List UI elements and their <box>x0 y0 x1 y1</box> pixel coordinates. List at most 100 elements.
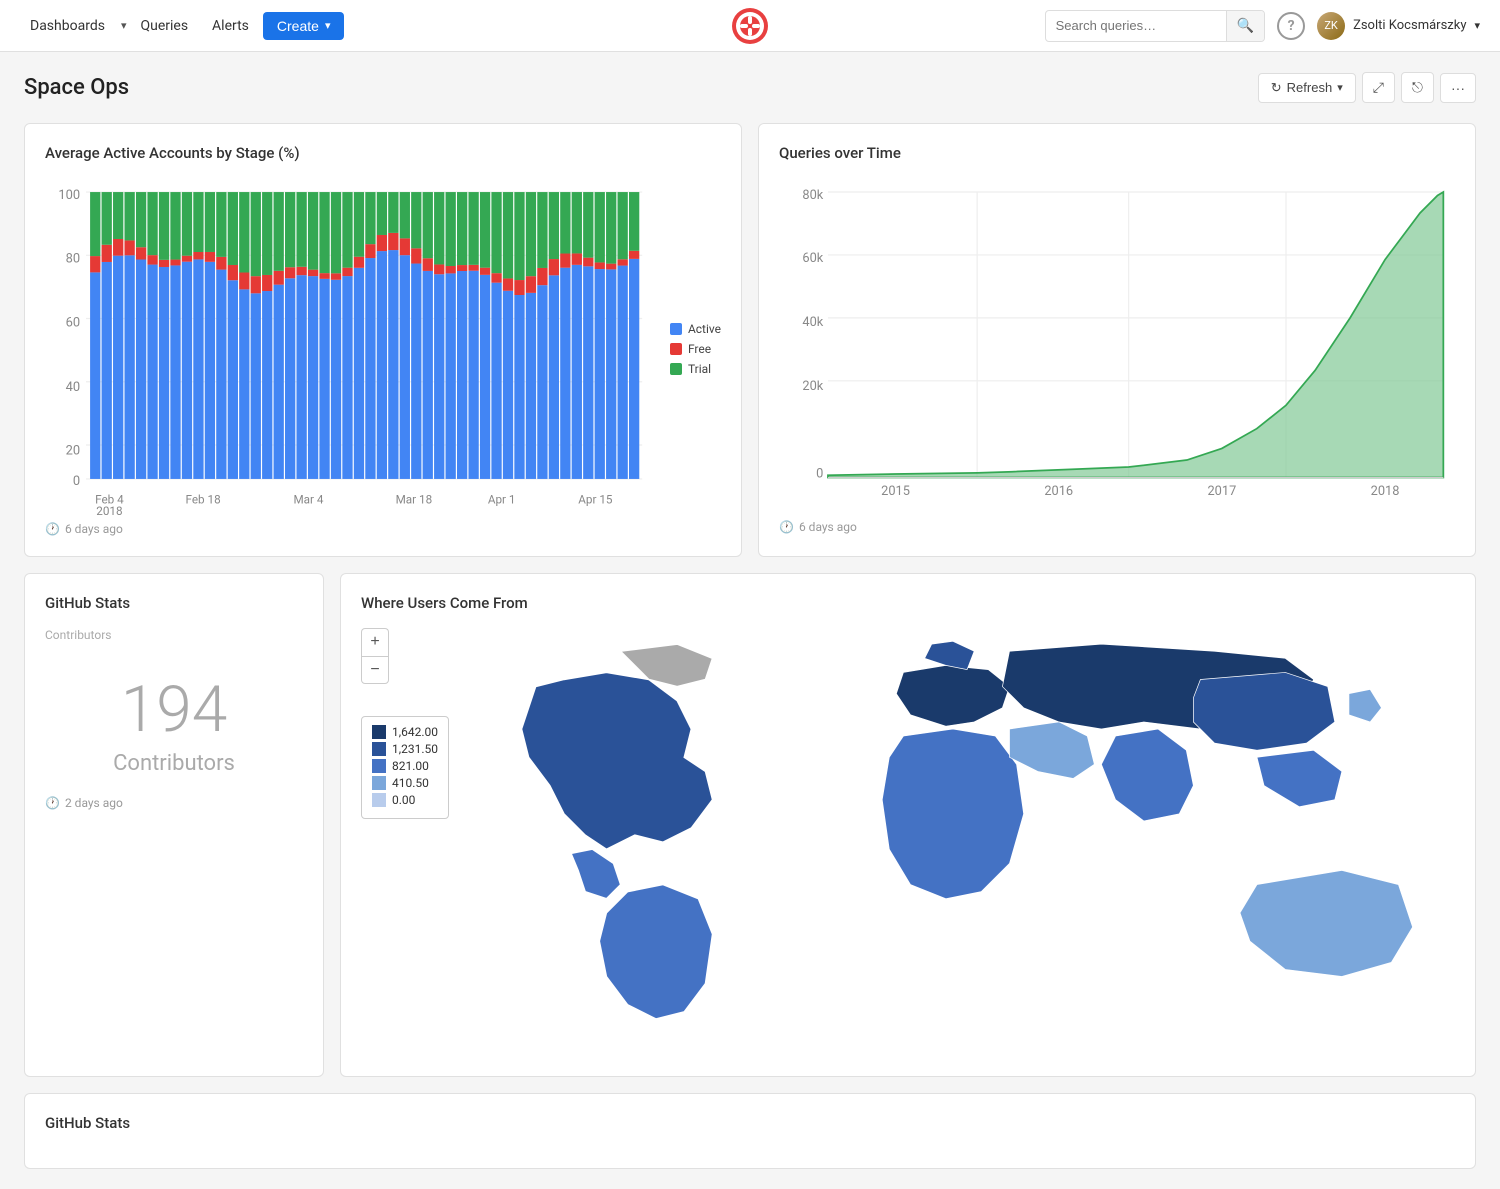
fullscreen-button[interactable]: ⤢ <box>1362 72 1395 103</box>
svg-text:Apr 1: Apr 1 <box>488 493 516 507</box>
more-options-button[interactable]: ··· <box>1440 73 1476 103</box>
nav-queries[interactable]: Queries <box>130 12 198 40</box>
svg-text:2018: 2018 <box>96 504 122 518</box>
area-chart-svg: 80k 60k 40k 20k 0 20 <box>779 178 1455 504</box>
share-button[interactable]: ⎋ <box>1401 72 1434 103</box>
legend-color-1 <box>372 725 386 739</box>
nav-left: Dashboards ▾ Queries Alerts Create ▾ <box>20 12 344 40</box>
refresh-chevron-icon: ▾ <box>1337 81 1343 94</box>
legend-item-3: 821.00 <box>372 759 438 773</box>
nav-dashboards[interactable]: Dashboards <box>20 12 115 40</box>
svg-text:2016: 2016 <box>1044 484 1073 499</box>
chart-card-bar: Average Active Accounts by Stage (%) 100… <box>24 123 742 557</box>
nav-alerts[interactable]: Alerts <box>202 12 259 40</box>
zoom-controls: + − <box>361 628 449 684</box>
help-button[interactable]: ? <box>1277 12 1305 40</box>
legend-color-3 <box>372 759 386 773</box>
legend-free-dot <box>670 343 682 355</box>
svg-text:40: 40 <box>66 380 80 395</box>
map-svg-wrap <box>465 628 1455 1056</box>
github-stat-number: 194 <box>45 672 303 747</box>
chart-card-area: Queries over Time 80k 60k 40k 20k 0 <box>758 123 1476 557</box>
github-timestamp: 🕐 2 days ago <box>45 796 303 810</box>
svg-text:Apr 15: Apr 15 <box>578 493 613 507</box>
map-card: Where Users Come From + − 1,642.00 <box>340 573 1476 1077</box>
app-logo <box>732 8 768 44</box>
clock2-icon: 🕐 <box>779 520 794 534</box>
svg-text:0: 0 <box>816 467 823 482</box>
europe <box>896 665 1009 726</box>
legend-item-5: 0.00 <box>372 793 438 807</box>
svg-text:60: 60 <box>66 316 80 331</box>
zoom-out-button[interactable]: − <box>361 656 389 684</box>
refresh-button[interactable]: ↻ Refresh ▾ <box>1258 73 1356 103</box>
svg-text:2015: 2015 <box>881 484 910 499</box>
create-chevron-icon: ▾ <box>325 19 331 32</box>
legend-item-4: 410.50 <box>372 776 438 790</box>
south-america <box>599 884 712 1018</box>
svg-text:Feb 18: Feb 18 <box>186 493 221 507</box>
legend-value-5: 0.00 <box>392 793 415 807</box>
nav-dashboards-chevron-icon: ▾ <box>121 19 127 32</box>
africa <box>882 729 1023 899</box>
scandinavia <box>925 641 975 669</box>
legend-free: Free <box>670 342 721 356</box>
svg-text:2017: 2017 <box>1207 484 1236 499</box>
create-button[interactable]: Create ▾ <box>263 12 345 40</box>
legend-trial-dot <box>670 363 682 375</box>
svg-text:Mar 4: Mar 4 <box>293 493 323 507</box>
legend-color-4 <box>372 776 386 790</box>
legend-active-label: Active <box>688 322 721 336</box>
legend-value-3: 821.00 <box>392 759 429 773</box>
se-asia <box>1257 750 1342 807</box>
legend-trial: Trial <box>670 362 721 376</box>
map-legend: 1,642.00 1,231.50 821.00 410.50 <box>361 716 449 819</box>
map-content: + − 1,642.00 1,231.50 <box>361 628 1455 1056</box>
bar-chart-legend: Active Free Trial <box>670 178 721 510</box>
legend-item-2: 1,231.50 <box>372 742 438 756</box>
search-button[interactable]: 🔍 <box>1226 11 1264 41</box>
toolbar: ↻ Refresh ▾ ⤢ ⎋ ··· <box>1258 72 1476 103</box>
github-stat-label: Contributors <box>45 751 303 776</box>
area-chart-path <box>828 192 1443 478</box>
user-menu[interactable]: ZK Zsolti Kocsmárszky ▾ <box>1317 12 1480 40</box>
bar-chart-svg: 100 80 60 40 20 0 <box>45 178 654 506</box>
japan <box>1349 689 1382 722</box>
legend-color-2 <box>372 742 386 756</box>
clock3-icon: 🕐 <box>45 796 60 810</box>
navbar: Dashboards ▾ Queries Alerts Create ▾ 🔍 ?… <box>0 0 1500 52</box>
clock-icon: 🕐 <box>45 522 60 536</box>
zoom-in-button[interactable]: + <box>361 628 389 656</box>
user-avatar: ZK <box>1317 12 1345 40</box>
github-stats-bottom-card: GitHub Stats <box>24 1093 1476 1169</box>
world-map-svg <box>465 628 1455 1056</box>
map-left-panel: + − 1,642.00 1,231.50 <box>361 628 449 1056</box>
refresh-icon: ↻ <box>1271 80 1282 96</box>
bar-chart-bars <box>90 192 639 479</box>
legend-active: Active <box>670 322 721 336</box>
github-stats-card: GitHub Stats Contributors 194 Contributo… <box>24 573 324 1077</box>
central-america <box>571 849 621 899</box>
legend-item-1: 1,642.00 <box>372 725 438 739</box>
chart1-timestamp: 🕐 6 days ago <box>45 522 721 536</box>
top-charts-row: Average Active Accounts by Stage (%) 100… <box>24 123 1476 557</box>
svg-text:80: 80 <box>66 251 80 266</box>
search-bar[interactable]: 🔍 <box>1045 10 1265 42</box>
legend-trial-label: Trial <box>688 362 711 376</box>
github-stats2-title: GitHub Stats <box>45 1114 1455 1132</box>
svg-text:Mar 18: Mar 18 <box>396 493 433 507</box>
svg-text:2018: 2018 <box>1371 484 1400 499</box>
india <box>1101 729 1193 821</box>
middle-east <box>1010 722 1095 779</box>
legend-color-5 <box>372 793 386 807</box>
svg-text:0: 0 <box>73 474 80 489</box>
bottom-row: GitHub Stats Contributors 194 Contributo… <box>24 573 1476 1077</box>
page-header: Space Ops ↻ Refresh ▾ ⤢ ⎋ ··· <box>24 72 1476 103</box>
github-stats-subtitle: Contributors <box>45 628 303 642</box>
search-input[interactable] <box>1046 18 1226 33</box>
bar-chart-container: 100 80 60 40 20 0 <box>45 178 721 510</box>
svg-text:100: 100 <box>58 188 80 203</box>
svg-text:20k: 20k <box>802 379 823 394</box>
australia <box>1240 870 1413 976</box>
svg-text:40k: 40k <box>802 315 823 330</box>
